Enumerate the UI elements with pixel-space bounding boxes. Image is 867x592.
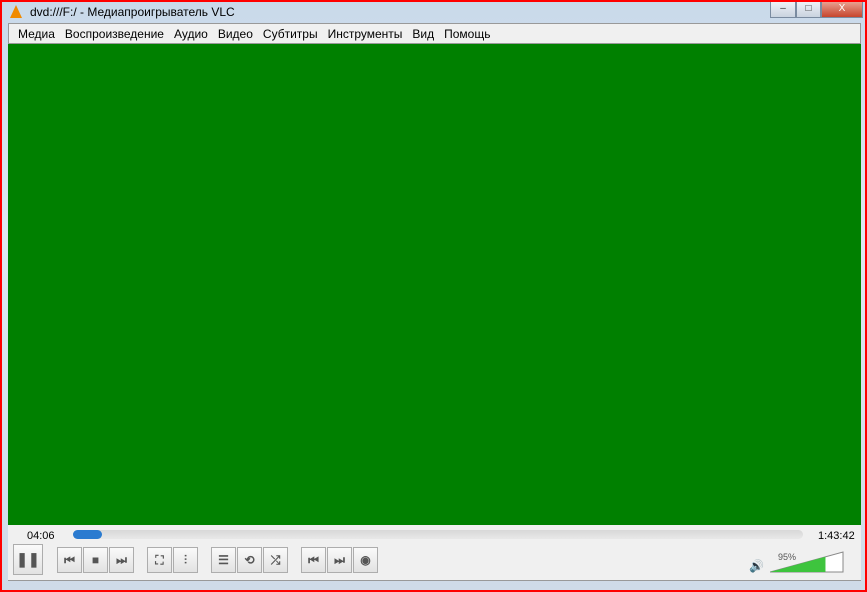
playlist-button[interactable]: ☰ bbox=[211, 547, 236, 573]
frame-previous-button[interactable]: ⏮ bbox=[301, 547, 326, 573]
elapsed-time[interactable]: 04:06 bbox=[27, 530, 55, 542]
minimize-button[interactable]: – bbox=[770, 2, 796, 18]
title-bar: dvd:///F:/ - Медиапроигрыватель VLC – □ … bbox=[2, 2, 865, 23]
fullscreen-button[interactable]: ⛶ bbox=[147, 547, 172, 573]
menu-subtitles[interactable]: Субтитры bbox=[258, 27, 323, 41]
menu-view[interactable]: Вид bbox=[407, 27, 439, 41]
dvd-menu-button[interactable]: ◉ bbox=[353, 547, 378, 573]
vlc-cone-icon bbox=[10, 5, 22, 18]
close-button[interactable]: X bbox=[821, 2, 863, 18]
speaker-icon[interactable]: 🔊 bbox=[749, 559, 764, 573]
menu-tools[interactable]: Инструменты bbox=[323, 27, 408, 41]
maximize-button[interactable]: □ bbox=[796, 2, 821, 18]
total-time[interactable]: 1:43:42 bbox=[818, 530, 855, 542]
controls-panel: 04:06 1:43:42 ❚❚ ⏮ ■ ⏭ ⛶ ⫶ ☰ ⟲ ⤮ ⏮ ⏭ ◉ 🔊… bbox=[8, 525, 861, 581]
video-area[interactable] bbox=[8, 44, 861, 525]
shuffle-button[interactable]: ⤮ bbox=[263, 547, 288, 573]
menu-audio[interactable]: Аудио bbox=[169, 27, 213, 41]
next-button[interactable]: ⏭ bbox=[109, 547, 134, 573]
stop-button[interactable]: ■ bbox=[83, 547, 108, 573]
loop-button[interactable]: ⟲ bbox=[237, 547, 262, 573]
menu-media[interactable]: Медиа bbox=[13, 27, 60, 41]
menu-bar: Медиа Воспроизведение Аудио Видео Субтит… bbox=[8, 23, 861, 44]
frame-next-button[interactable]: ⏭ bbox=[327, 547, 352, 573]
seek-progress bbox=[73, 530, 103, 539]
vlc-window: dvd:///F:/ - Медиапроигрыватель VLC – □ … bbox=[0, 0, 867, 592]
pause-button[interactable]: ❚❚ bbox=[13, 544, 43, 575]
seek-slider[interactable] bbox=[73, 530, 803, 539]
extended-settings-button[interactable]: ⫶ bbox=[173, 547, 198, 573]
menu-playback[interactable]: Воспроизведение bbox=[60, 27, 169, 41]
menu-video[interactable]: Видео bbox=[213, 27, 258, 41]
window-title: dvd:///F:/ - Медиапроигрыватель VLC bbox=[30, 5, 235, 19]
previous-button[interactable]: ⏮ bbox=[57, 547, 82, 573]
menu-help[interactable]: Помощь bbox=[439, 27, 495, 41]
volume-slider[interactable] bbox=[770, 551, 844, 573]
